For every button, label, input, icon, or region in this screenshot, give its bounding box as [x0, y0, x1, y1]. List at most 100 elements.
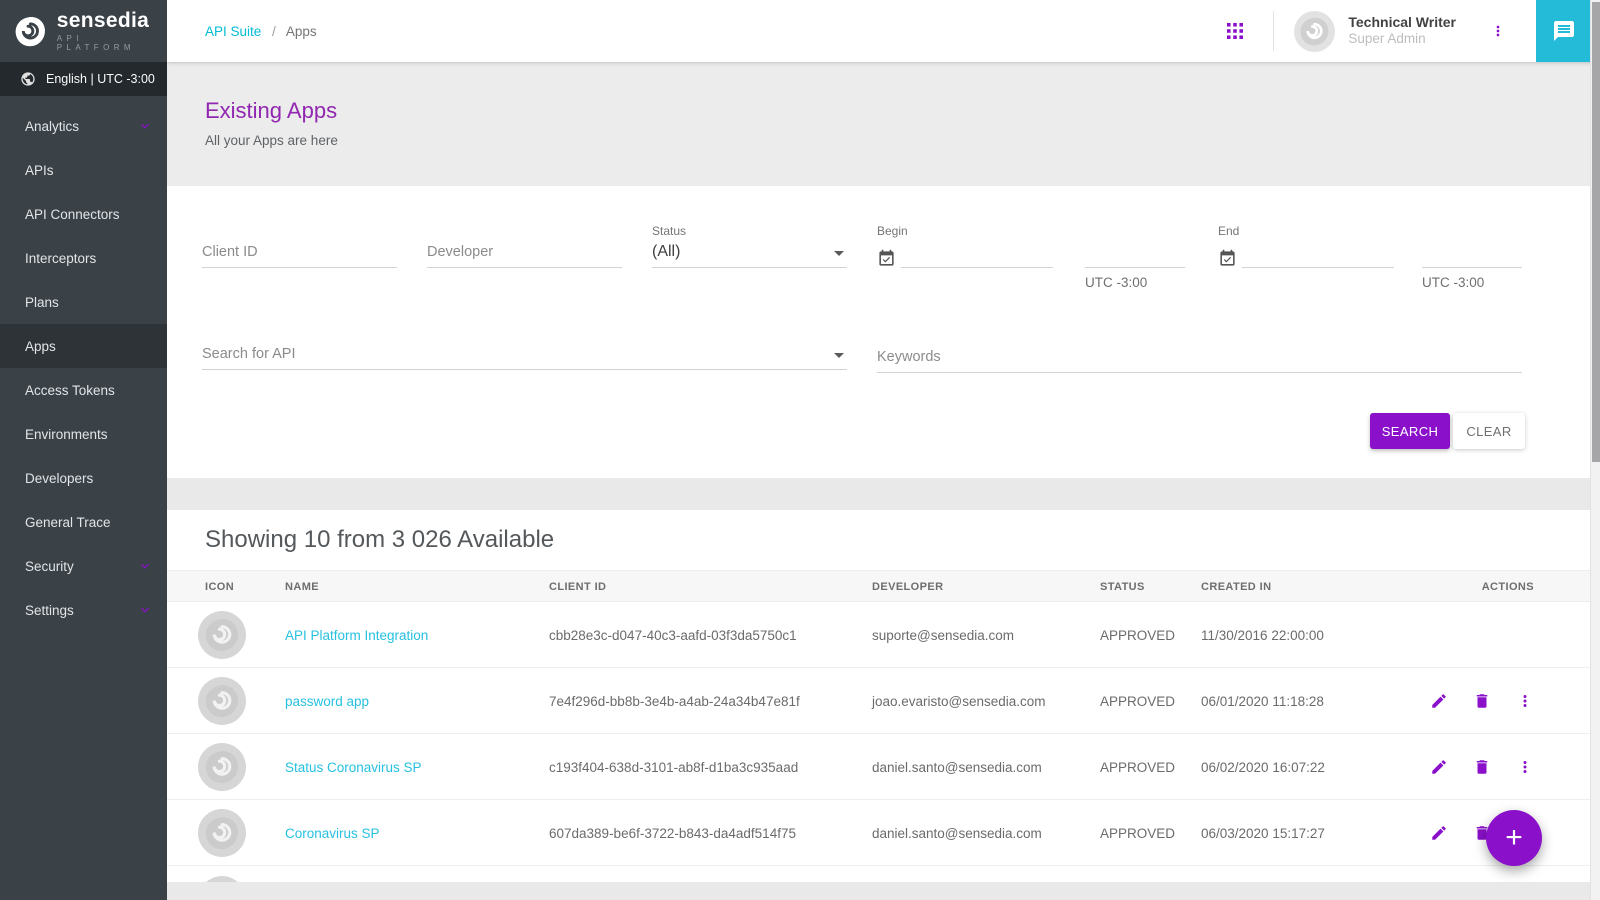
page-subtitle: All your Apps are here: [205, 133, 1600, 148]
app-developer: suporte@sensedia.com: [872, 602, 1014, 668]
app-icon: [198, 611, 246, 659]
sidebar-item-settings[interactable]: Settings: [0, 588, 167, 632]
topbar: API Suite / Apps Technical Writer Super …: [167, 0, 1600, 62]
row-actions: [1430, 734, 1534, 800]
begin-time-input[interactable]: UTC -3:00: [1085, 236, 1185, 290]
pencil-icon[interactable]: [1430, 824, 1448, 842]
language-selector[interactable]: English | UTC -3:00: [0, 62, 167, 96]
app-name-link[interactable]: Coronavirus SP: [285, 800, 380, 866]
vertical-scrollbar[interactable]: [1590, 0, 1600, 900]
results-summary: Showing 10 from 3 026 Available: [167, 510, 1592, 554]
avatar[interactable]: [1294, 11, 1335, 52]
developer-input[interactable]: Developer: [427, 236, 622, 268]
clear-button[interactable]: CLEAR: [1453, 413, 1525, 449]
sensedia-app-icon: [203, 616, 241, 654]
main-content: Existing Apps All your Apps are here Cli…: [167, 62, 1600, 900]
sidebar-item-label: Plans: [25, 295, 59, 310]
status-select[interactable]: (All): [652, 236, 847, 268]
user-info: Technical Writer Super Admin: [1348, 14, 1456, 48]
begin-date-input[interactable]: [877, 236, 1053, 268]
app-status: APPROVED: [1100, 800, 1175, 866]
sidebar-item-general-trace[interactable]: General Trace: [0, 500, 167, 544]
topbar-right: Technical Writer Super Admin: [1227, 0, 1600, 62]
end-utc-label: UTC -3:00: [1422, 275, 1522, 290]
dropdown-arrow-icon: [834, 251, 844, 256]
app-status: APPROVED: [1100, 668, 1175, 734]
grid-icon[interactable]: [1227, 23, 1243, 39]
end-time-input[interactable]: UTC -3:00: [1422, 236, 1522, 290]
client-id-input[interactable]: Client ID: [202, 236, 397, 268]
app-name-link[interactable]: API Platform Integration: [285, 602, 428, 668]
begin-time-line[interactable]: [1085, 236, 1185, 268]
chat-icon: [1552, 19, 1576, 43]
sensedia-avatar-icon: [1298, 15, 1331, 48]
filter-card: Client ID Developer Status (All) Begin U…: [167, 186, 1592, 478]
sidebar-item-label: Apps: [25, 339, 56, 354]
sidebar-item-environments[interactable]: Environments: [0, 412, 167, 456]
scrollbar-thumb[interactable]: [1592, 2, 1600, 462]
user-name: Technical Writer: [1348, 14, 1456, 32]
sidebar-item-analytics[interactable]: Analytics: [0, 104, 167, 148]
sidebar-item-apis[interactable]: APIs: [0, 148, 167, 192]
search-api-placeholder: Search for API: [202, 346, 296, 362]
status-value: (All): [652, 243, 680, 261]
trash-icon[interactable]: [1473, 692, 1491, 710]
sidebar-item-developers[interactable]: Developers: [0, 456, 167, 500]
pencil-icon[interactable]: [1430, 692, 1448, 710]
end-date-line[interactable]: [1242, 236, 1394, 268]
sidebar-item-interceptors[interactable]: Interceptors: [0, 236, 167, 280]
add-app-fab[interactable]: +: [1486, 810, 1542, 866]
sidebar-item-label: Developers: [25, 471, 93, 486]
page-title: Existing Apps: [205, 98, 1600, 124]
app-developer: daniel.santo@sensedia.com: [872, 800, 1042, 866]
app-created-in: 06/02/2020 16:07:22: [1201, 734, 1325, 800]
breadcrumb-api-suite[interactable]: API Suite: [205, 24, 261, 39]
app-client-id: c193f404-638d-3101-ab8f-d1ba3c935aad: [549, 734, 798, 800]
sidebar-item-api-connectors[interactable]: API Connectors: [0, 192, 167, 236]
app-icon: [198, 743, 246, 791]
sidebar-item-label: Settings: [25, 603, 74, 618]
results-card: Showing 10 from 3 026 Available ICON NAM…: [167, 510, 1592, 882]
topbar-divider: [1273, 11, 1274, 51]
row-kebab-icon[interactable]: [1516, 758, 1534, 776]
begin-date-line[interactable]: [901, 236, 1053, 268]
next-row-app-icon: [198, 876, 246, 882]
row-kebab-icon[interactable]: [1516, 692, 1534, 710]
sidebar-item-label: Analytics: [25, 119, 79, 134]
app-name-link[interactable]: Status Coronavirus SP: [285, 734, 422, 800]
column-actions: ACTIONS: [1482, 571, 1534, 603]
end-time-line[interactable]: [1422, 236, 1522, 268]
plus-icon: +: [1505, 821, 1523, 855]
table-row: Coronavirus SP 607da389-be6f-3722-b843-d…: [167, 800, 1592, 866]
column-name: NAME: [285, 571, 319, 603]
sensedia-app-icon: [203, 814, 241, 852]
app-name-link[interactable]: password app: [285, 668, 369, 734]
sidebar-item-apps[interactable]: Apps: [0, 324, 167, 368]
sidebar-item-access-tokens[interactable]: Access Tokens: [0, 368, 167, 412]
support-chat-button[interactable]: [1536, 0, 1592, 62]
sidebar-item-label: APIs: [25, 163, 54, 178]
chevron-down-icon: [137, 118, 153, 134]
app-developer: joao.evaristo@sensedia.com: [872, 668, 1046, 734]
search-button[interactable]: SEARCH: [1370, 413, 1450, 449]
trash-icon[interactable]: [1473, 758, 1491, 776]
calendar-check-icon[interactable]: [1218, 249, 1237, 268]
sidebar-item-label: Security: [25, 559, 74, 574]
search-api-select[interactable]: Search for API: [202, 338, 847, 370]
dropdown-arrow-icon: [834, 353, 844, 358]
column-status: STATUS: [1100, 571, 1145, 603]
sidebar-item-label: Interceptors: [25, 251, 96, 266]
pencil-icon[interactable]: [1430, 758, 1448, 776]
column-icon: ICON: [205, 571, 234, 603]
column-created-in: CREATED IN: [1201, 571, 1271, 603]
sensedia-app-icon: [203, 748, 241, 786]
user-menu-kebab-icon[interactable]: [1490, 23, 1506, 39]
calendar-check-icon[interactable]: [877, 249, 896, 268]
end-date-input[interactable]: [1218, 236, 1394, 268]
sidebar-item-plans[interactable]: Plans: [0, 280, 167, 324]
keywords-input[interactable]: Keywords: [877, 341, 1522, 373]
sidebar-item-security[interactable]: Security: [0, 544, 167, 588]
chevron-down-icon: [137, 558, 153, 574]
brand-logo[interactable]: sensedia API PLATFORM: [0, 0, 167, 62]
page-header: Existing Apps All your Apps are here: [167, 62, 1600, 186]
